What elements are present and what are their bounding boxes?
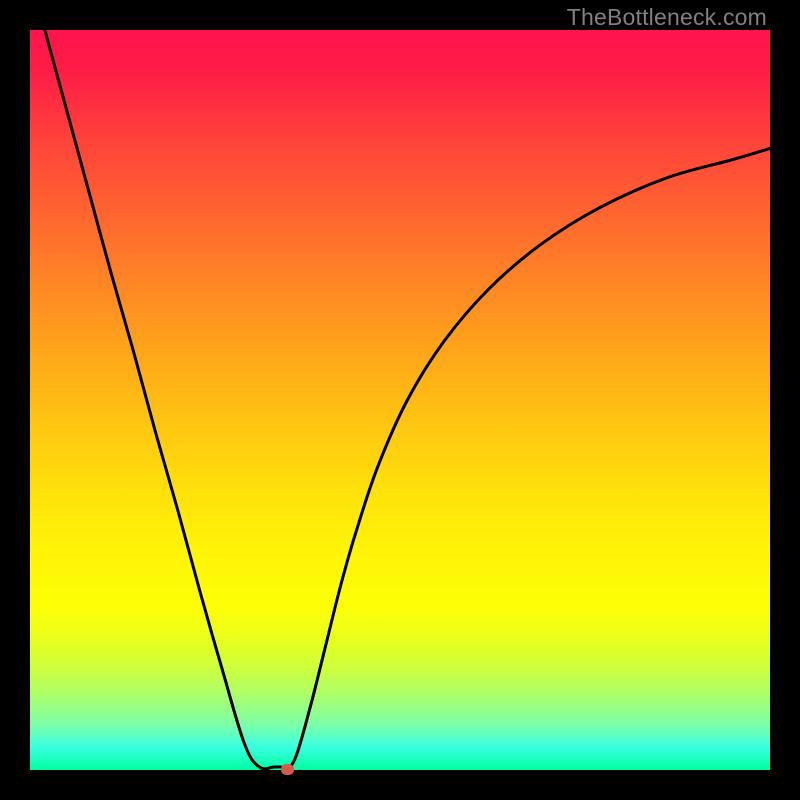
- watermark-text: TheBottleneck.com: [567, 4, 767, 31]
- optimum-marker: [281, 764, 294, 775]
- bottleneck-curve-path: [45, 30, 770, 770]
- curve-layer: [30, 30, 770, 770]
- outer-frame: TheBottleneck.com: [0, 0, 800, 800]
- plot-area: [30, 30, 770, 770]
